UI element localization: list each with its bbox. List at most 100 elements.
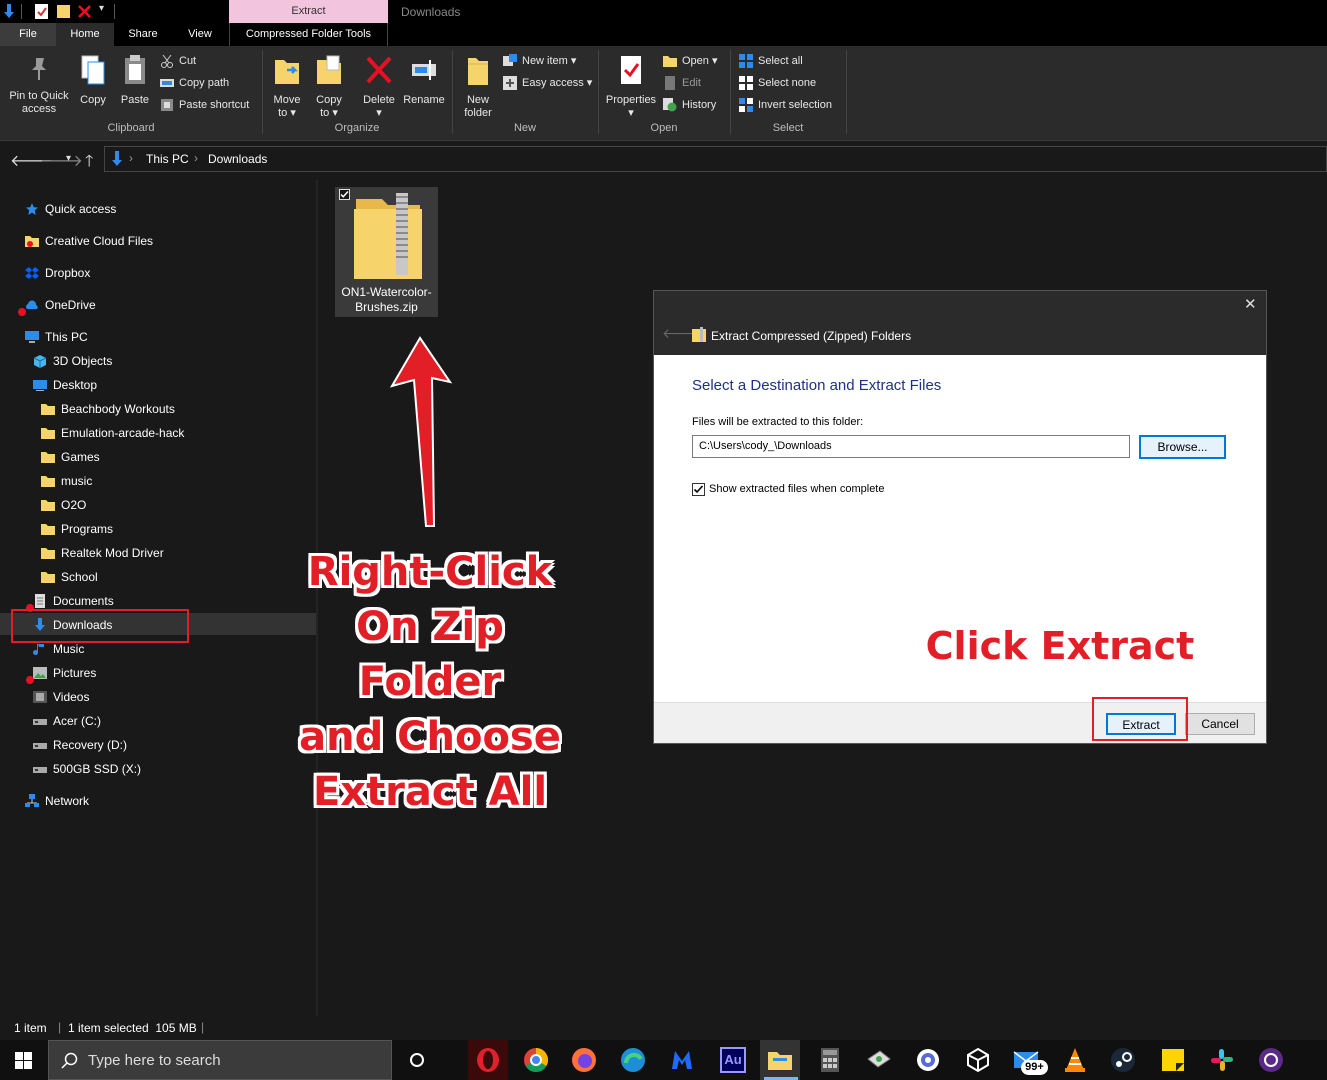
edit-button[interactable]: Edit — [663, 74, 701, 92]
sidebar-item[interactable]: This PC — [25, 326, 316, 348]
close-icon[interactable]: ✕ — [1244, 295, 1257, 313]
sidebar-item[interactable]: Creative Cloud Files — [25, 230, 316, 252]
breadcrumb-downloads[interactable]: Downloads — [208, 152, 267, 166]
tab-compressed-folder-tools[interactable]: Compressed Folder Tools — [229, 23, 388, 46]
sidebar-item-label: 500GB SSD (X:) — [53, 762, 142, 776]
edge-icon[interactable] — [620, 1047, 646, 1073]
paste-shortcut-button[interactable]: Paste shortcut — [160, 96, 249, 114]
new-folder-button[interactable]: New folder — [458, 54, 498, 120]
steam-icon[interactable] — [1110, 1047, 1136, 1073]
sidebar-item[interactable]: Acer (C:) — [33, 710, 316, 732]
properties-icon[interactable] — [35, 4, 48, 19]
tab-home[interactable]: Home — [56, 23, 114, 46]
unity-icon[interactable] — [965, 1047, 991, 1073]
select-all-button[interactable]: Select all — [739, 52, 803, 70]
malwarebytes-icon[interactable] — [669, 1047, 695, 1073]
app-circle-icon[interactable] — [915, 1047, 941, 1073]
tab-share[interactable]: Share — [114, 23, 172, 46]
cancel-button[interactable]: Cancel — [1185, 713, 1255, 735]
copy-button[interactable]: Copy — [76, 54, 110, 107]
audition-icon[interactable]: Au — [720, 1047, 746, 1073]
item-checkbox[interactable] — [339, 189, 350, 200]
sidebar-item[interactable]: OneDrive — [25, 294, 316, 316]
sticky-notes-icon[interactable] — [1160, 1047, 1186, 1073]
easy-access-icon — [503, 76, 517, 90]
slack-icon[interactable] — [1209, 1047, 1235, 1073]
sidebar-item[interactable]: Beachbody Workouts — [41, 398, 316, 420]
folder-icon — [41, 452, 55, 463]
address-box[interactable]: › This PC › Downloads — [104, 146, 1327, 172]
sidebar-item[interactable]: Pictures — [33, 662, 316, 684]
on1-app-icon[interactable] — [1258, 1047, 1284, 1073]
invert-selection-button[interactable]: Invert selection — [739, 96, 832, 114]
sidebar-item[interactable]: School — [41, 566, 316, 588]
pc-icon — [25, 331, 39, 343]
file-explorer-icon[interactable] — [767, 1047, 793, 1073]
destination-path-input[interactable]: C:\Users\cody_\Downloads — [692, 435, 1130, 458]
opera-icon[interactable] — [475, 1047, 501, 1073]
firefox-icon[interactable] — [571, 1047, 597, 1073]
select-none-button[interactable]: Select none — [739, 74, 816, 92]
recent-locations-chevron-icon[interactable]: ▾ — [66, 153, 71, 164]
status-bar: 1 item | 1 item selected 105 MB | — [0, 1016, 1327, 1040]
calculator-icon[interactable] — [817, 1047, 843, 1073]
sidebar-item[interactable]: Videos — [33, 686, 316, 708]
history-button[interactable]: History — [663, 96, 716, 114]
cut-button[interactable]: Cut — [160, 52, 196, 70]
sidebar-item-label: Programs — [61, 522, 114, 536]
sidebar-item-label: This PC — [45, 330, 88, 344]
taskbar-search-box[interactable]: Type here to search — [48, 1040, 392, 1080]
copy-to-button[interactable]: Copy to ▾ — [310, 54, 348, 120]
sidebar-item[interactable]: music — [41, 470, 316, 492]
sidebar-item-label: School — [61, 570, 98, 584]
sidebar-item[interactable]: Quick access — [25, 198, 316, 220]
sidebar-item[interactable]: Games — [41, 446, 316, 468]
new-folder-label-2: folder — [464, 107, 492, 119]
easy-access-button[interactable]: Easy access ▾ — [503, 74, 592, 92]
tab-file[interactable]: File — [0, 23, 56, 46]
new-folder-icon[interactable] — [57, 4, 70, 19]
invert-selection-label: Invert selection — [758, 99, 832, 111]
delete-icon[interactable] — [78, 4, 91, 19]
properties-button[interactable]: Properties ▾ — [603, 54, 659, 120]
vlc-icon[interactable] — [1062, 1047, 1088, 1073]
sidebar-item[interactable]: Desktop — [33, 374, 316, 396]
windows-start-icon[interactable] — [15, 1052, 32, 1069]
destination-label: Files will be extracted to this folder: — [692, 416, 864, 428]
sidebar-item-label: Realtek Mod Driver — [61, 546, 164, 560]
qat-dropdown-icon[interactable]: ▾ — [99, 3, 104, 14]
sidebar-item-label: Games — [61, 450, 100, 464]
sidebar-item[interactable]: 3D Objects — [33, 350, 316, 372]
context-tab-extract[interactable]: Extract — [229, 0, 388, 23]
browse-button[interactable]: Browse... — [1139, 435, 1226, 459]
select-all-label: Select all — [758, 55, 803, 67]
move-to-button[interactable]: Move to ▾ — [268, 54, 306, 120]
rename-button[interactable]: Rename — [401, 54, 447, 107]
sidebar-item[interactable]: Programs — [41, 518, 316, 540]
pin-to-quick-access-button[interactable]: Pin to Quick access — [4, 56, 74, 116]
zip-small-icon — [692, 327, 706, 342]
task-view-icon[interactable] — [404, 1047, 430, 1073]
zip-file-item[interactable]: ON1-Watercolor- Brushes.zip — [335, 187, 438, 317]
new-item-button[interactable]: New item ▾ — [503, 52, 576, 70]
tab-view[interactable]: View — [172, 23, 228, 46]
sidebar-item[interactable]: O2O — [41, 494, 316, 516]
delete-button[interactable]: Delete ▾ — [358, 54, 400, 120]
sidebar-item[interactable]: Network — [25, 790, 316, 812]
chrome-icon[interactable] — [523, 1047, 549, 1073]
sidebar-item[interactable]: Recovery (D:) — [33, 734, 316, 756]
paste-button[interactable]: Paste — [118, 54, 152, 107]
copy-path-button[interactable]: Copy path — [160, 74, 229, 92]
open-button[interactable]: Open ▾ — [663, 52, 718, 70]
sidebar-item[interactable]: Realtek Mod Driver — [41, 542, 316, 564]
sidebar-item[interactable]: Emulation-arcade-hack — [41, 422, 316, 444]
synaptic-icon[interactable] — [866, 1047, 892, 1073]
show-files-checkbox[interactable] — [692, 483, 705, 496]
up-arrow-icon[interactable]: 🡑 — [85, 150, 93, 177]
sidebar-item[interactable]: Dropbox — [25, 262, 316, 284]
breadcrumb-this-pc[interactable]: This PC — [146, 152, 189, 166]
checkmark-icon — [693, 485, 704, 494]
paste-label: Paste — [120, 94, 150, 106]
forward-arrow-icon[interactable]: 🡒 — [40, 150, 83, 171]
sidebar-item[interactable]: 500GB SSD (X:) — [33, 758, 316, 780]
